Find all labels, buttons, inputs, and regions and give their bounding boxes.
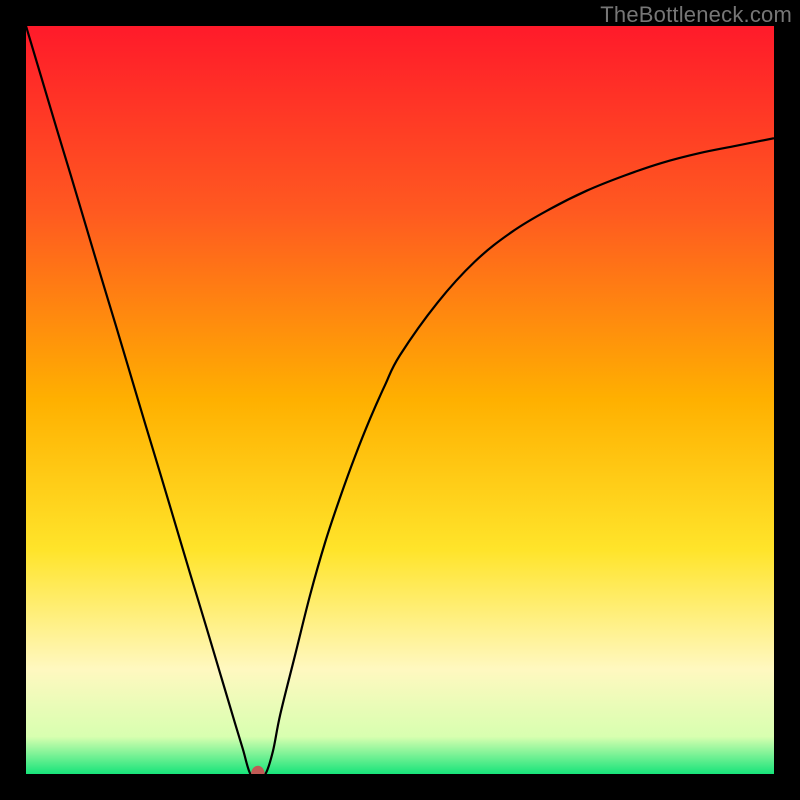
chart-frame: TheBottleneck.com — [0, 0, 800, 800]
chart-svg — [26, 26, 774, 774]
watermark-text: TheBottleneck.com — [600, 2, 792, 28]
plot-area — [26, 26, 774, 774]
